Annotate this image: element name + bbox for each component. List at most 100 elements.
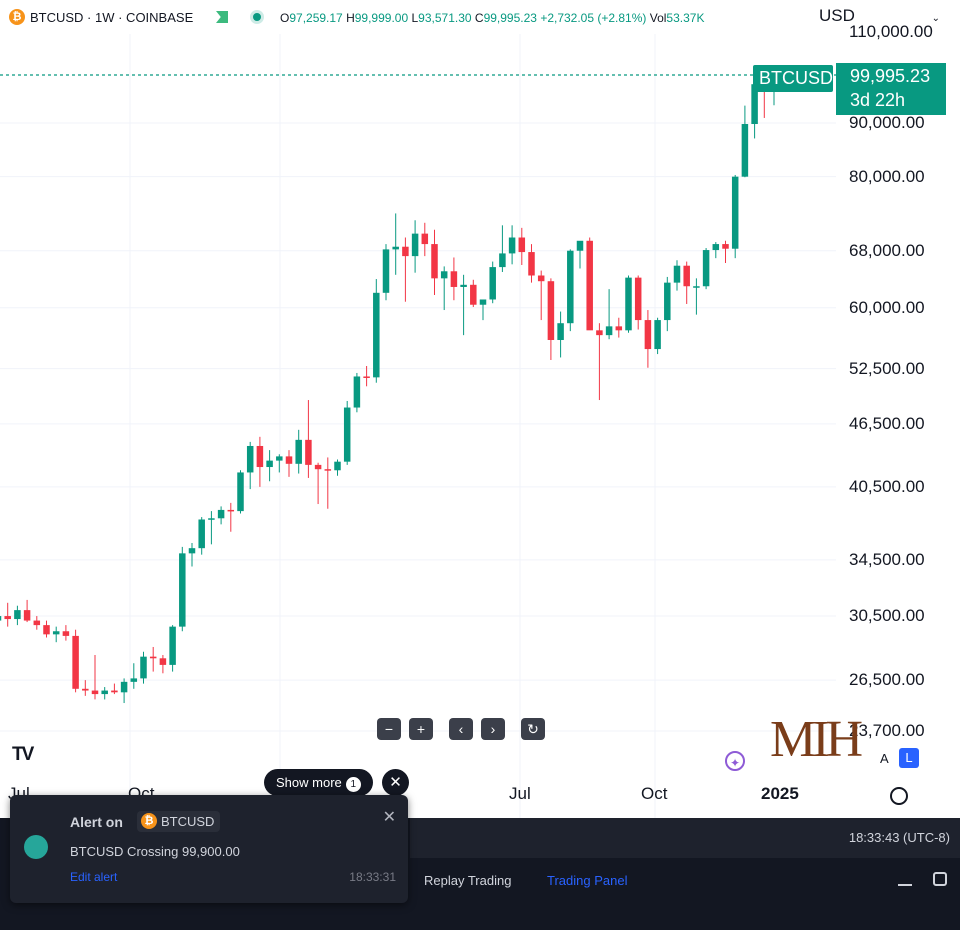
- y-tick-label: 46,500.00: [849, 413, 925, 433]
- candle-body: [111, 690, 118, 693]
- candle-body: [431, 244, 438, 279]
- candle-body: [644, 320, 652, 350]
- candle-body: [130, 678, 138, 682]
- candle-body: [43, 625, 50, 635]
- candle-body: [373, 292, 380, 378]
- clock-timezone[interactable]: 18:33:43 (UTC-8): [849, 830, 950, 845]
- sparkle-icon[interactable]: ✦: [725, 751, 745, 771]
- candle-body: [499, 253, 506, 268]
- alert-close-button[interactable]: ✕: [383, 807, 396, 827]
- alert-time: 18:33:31: [349, 870, 396, 884]
- candle-body: [353, 376, 361, 408]
- candle-body: [256, 445, 264, 468]
- flag-icon[interactable]: [216, 11, 228, 23]
- candle-body: [450, 271, 458, 287]
- symbol-title[interactable]: BTCUSD · 1W · COINBASE: [30, 10, 193, 25]
- tradingview-logo[interactable]: TV: [12, 744, 34, 766]
- candle-body: [625, 277, 632, 331]
- zoom-out-button[interactable]: −: [377, 718, 401, 740]
- change-value: +2,732.05 (+2.81%): [540, 11, 647, 25]
- candle: [625, 275, 632, 333]
- y-tick-label: 30,500.00: [849, 606, 925, 626]
- tab-trading-panel[interactable]: Trading Panel: [547, 873, 627, 888]
- chevron-down-icon: ⌄: [931, 13, 940, 24]
- candle: [237, 470, 244, 514]
- y-tick-label: 90,000.00: [849, 113, 925, 132]
- candle-body: [101, 690, 108, 695]
- candle-body: [188, 548, 196, 554]
- candle-body: [421, 233, 429, 245]
- candle-body: [334, 461, 341, 471]
- alert-title: Alert on: [70, 814, 123, 830]
- candle-body: [237, 472, 244, 512]
- candle-body: [702, 250, 710, 287]
- candle-body: [392, 246, 399, 250]
- candle: [382, 244, 390, 301]
- tab-replay-trading[interactable]: Replay Trading: [424, 873, 511, 888]
- candle-body: [605, 326, 613, 336]
- candle-body: [712, 244, 720, 251]
- candle: [72, 629, 79, 693]
- y-tick-label: 40,500.00: [849, 476, 925, 496]
- candle-body: [683, 265, 690, 287]
- show-more-button[interactable]: Show more 1: [264, 769, 373, 796]
- candle: [169, 625, 176, 672]
- candle-body: [246, 445, 254, 473]
- candle-body: [518, 237, 526, 253]
- candle-body: [198, 519, 205, 549]
- candle-body: [634, 277, 642, 321]
- candle: [731, 174, 739, 259]
- candle-body: [179, 553, 186, 627]
- candle-body: [557, 323, 564, 341]
- candle-body: [343, 407, 351, 462]
- candle-body: [440, 271, 448, 279]
- candle-body: [567, 250, 574, 324]
- alert-symbol-badge[interactable]: ₿ BTCUSD: [137, 811, 221, 832]
- scroll-right-button[interactable]: ›: [481, 718, 505, 740]
- candle-body: [52, 631, 60, 635]
- ohlc-legend: O97,259.17 H99,999.00 L93,571.30 C99,995…: [280, 11, 705, 25]
- last-price: 99,995.23: [850, 66, 931, 86]
- candle-body: [693, 286, 700, 288]
- gear-icon[interactable]: [890, 787, 908, 805]
- x-tick-label: Oct: [641, 784, 668, 803]
- candle-body: [470, 284, 477, 305]
- bitcoin-icon: ₿: [9, 9, 25, 25]
- candle-body: [382, 249, 390, 293]
- candle-body: [120, 681, 128, 693]
- edit-alert-link[interactable]: Edit alert: [70, 870, 117, 884]
- candle: [654, 317, 661, 355]
- candle-body: [91, 690, 99, 695]
- maximize-panel-icon[interactable]: [933, 872, 947, 886]
- candle-body: [402, 246, 409, 257]
- bitcoin-icon: ₿: [141, 813, 157, 829]
- candle-body: [314, 464, 322, 470]
- open-value: 97,259.17: [289, 11, 343, 25]
- candle: [567, 249, 574, 332]
- candle-body: [363, 376, 370, 378]
- auto-scale-button[interactable]: A: [880, 751, 889, 766]
- header-bar: ₿ BTCUSD · 1W · COINBASE O97,259.17 H99,…: [0, 0, 960, 34]
- reset-chart-button[interactable]: ↻: [521, 718, 545, 740]
- scroll-left-button[interactable]: ‹: [449, 718, 473, 740]
- close-notifications-button[interactable]: ✕: [382, 769, 409, 796]
- alarm-clock-icon: [24, 835, 48, 859]
- candle-body: [23, 610, 31, 621]
- price-chart[interactable]: [0, 0, 960, 818]
- log-scale-button[interactable]: L: [899, 748, 919, 768]
- y-tick-label: 26,500.00: [849, 670, 925, 690]
- candle-body: [508, 237, 516, 254]
- minimize-panel-icon[interactable]: [898, 884, 912, 886]
- y-tick-label: 80,000.00: [849, 166, 925, 186]
- candle-body: [596, 330, 603, 336]
- alert-notification[interactable]: Alert on ₿ BTCUSD ✕ BTCUSD Crossing 99,9…: [10, 795, 408, 903]
- candle-body: [276, 456, 283, 461]
- candle-body: [159, 658, 167, 665]
- candle-body: [285, 456, 293, 464]
- candle-body: [169, 626, 176, 665]
- y-tick-label: 34,500.00: [849, 549, 925, 569]
- high-value: 99,999.00: [354, 11, 409, 25]
- y-tick-label: 23,700.00: [849, 721, 925, 740]
- zoom-in-button[interactable]: +: [409, 718, 433, 740]
- volume-value: 53.37K: [666, 11, 705, 25]
